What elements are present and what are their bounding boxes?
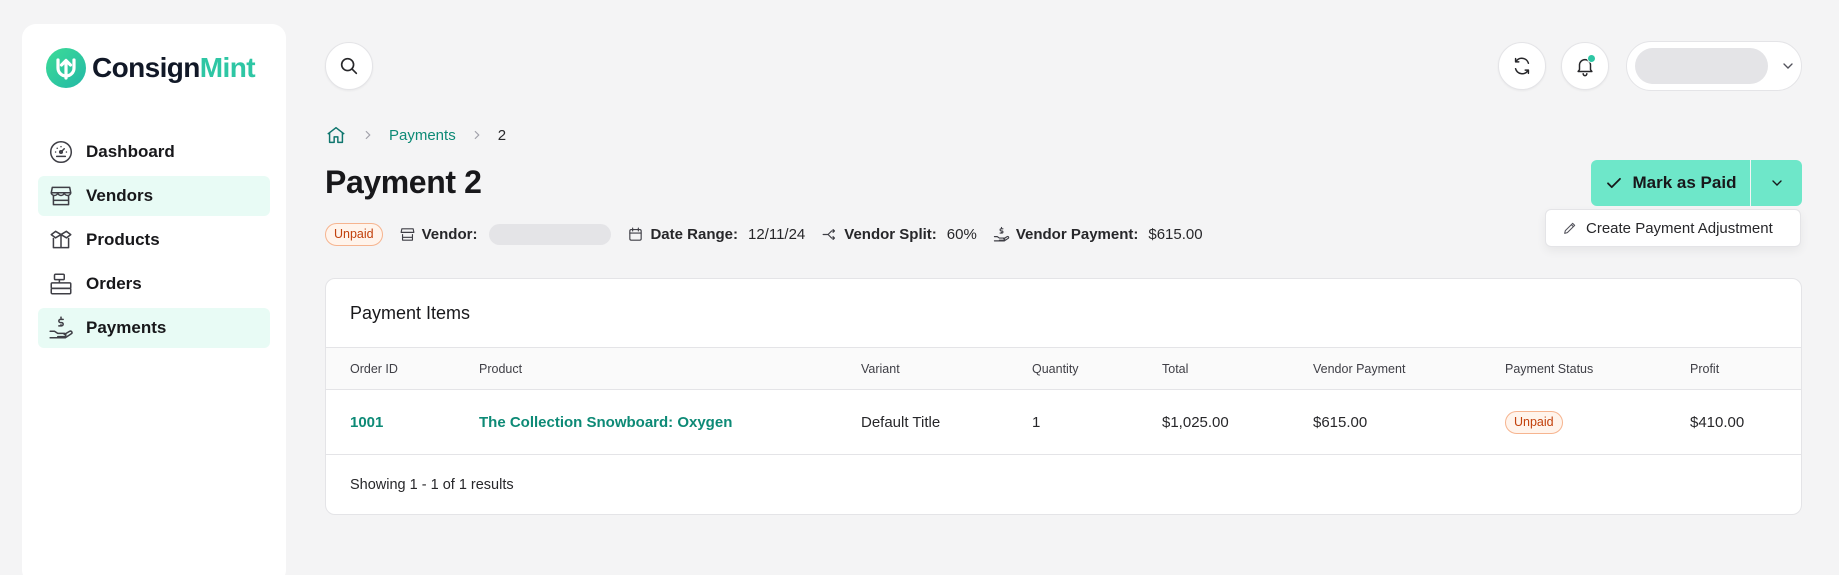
vendor-payment-cell: $615.00 [1313,413,1368,431]
sidebar-item-label: Orders [86,274,142,293]
sidebar-item-payments[interactable]: Payments [38,308,270,348]
product-link[interactable]: The Collection Snowboard: Oxygen [479,414,732,431]
box-icon [50,230,72,249]
vendor-payment-value: $615.00 [1148,225,1203,243]
chevron-right-icon [365,130,371,140]
hand-coins-icon [993,226,1010,241]
logo-text: ConsignMint [92,52,256,84]
quantity-cell: 1 [1032,413,1041,431]
column-header: Variant [861,361,900,376]
column-header: Vendor Payment [1313,361,1406,376]
column-header: Payment Status [1505,361,1594,376]
create-payment-adjustment-menu-item[interactable]: Create Payment Adjustment [1545,209,1801,247]
breadcrumb-payments-link[interactable]: Payments [389,127,456,144]
notifications-button[interactable] [1561,42,1609,90]
calendar-icon [629,227,643,241]
sidebar-item-label: Vendors [86,186,154,205]
mark-as-paid-button[interactable]: Mark as Paid [1591,160,1750,206]
vendor-name-placeholder [489,223,612,245]
store-icon [50,186,72,206]
logo-text-part1: Consign [92,52,200,83]
logo[interactable]: ConsignMint [46,48,256,88]
split-icon [822,228,836,240]
vendor-payment-label: Vendor Payment: [1015,225,1139,243]
table-row: 1001 The Collection Snowboard: Oxygen De… [326,390,1801,455]
sidebar-nav: Dashboard Vendors Products Orders Paymen… [38,132,270,352]
sidebar: ConsignMint Dashboard Vendors Products O… [22,24,286,575]
sidebar-item-orders[interactable]: Orders [38,264,270,304]
page-title: Payment 2 [325,164,482,200]
column-header: Total [1162,361,1189,376]
mark-as-paid-label: Mark as Paid [1632,173,1737,192]
sidebar-item-label: Dashboard [86,142,175,161]
status-badge: Unpaid [1505,410,1563,434]
home-icon[interactable] [325,124,347,146]
table-header: Order ID Product Variant Quantity Total … [326,347,1801,390]
sidebar-item-label: Products [86,230,160,249]
meta-vendor-payment: Vendor Payment: $615.00 [993,226,1203,243]
logo-text-part2: Mint [199,52,256,83]
meta-vendor: Vendor: [399,223,612,245]
gauge-icon [49,140,73,164]
refresh-icon [1514,57,1530,75]
sidebar-item-dashboard[interactable]: Dashboard [38,132,270,172]
user-menu-button[interactable] [1626,41,1802,91]
meta-vendor-split: Vendor Split: 60% [821,226,977,243]
refresh-button[interactable] [1498,42,1546,90]
vendor-split-value: 60% [946,225,977,243]
status-badge: Unpaid [325,222,383,246]
payment-meta: Unpaid Vendor: Date Range: 12/11/24 Vend… [325,222,1203,246]
sidebar-item-vendors[interactable]: Vendors [38,176,270,216]
hand-coins-icon [49,316,73,339]
breadcrumb-current: 2 [497,126,507,144]
pencil-icon [1564,222,1576,234]
chevron-down-icon [1783,63,1793,69]
results-summary: Showing 1 - 1 of 1 results [350,477,514,493]
logo-mark-icon [46,48,86,88]
payment-items-card: Payment Items Order ID Product Variant Q… [325,278,1802,515]
user-name-placeholder [1635,48,1768,84]
store-icon [400,227,415,241]
search-button[interactable] [325,42,373,90]
column-header: Product [479,361,523,376]
create-payment-adjustment-label: Create Payment Adjustment [1586,219,1773,237]
search-icon [340,57,358,75]
total-cell: $1,025.00 [1162,413,1229,431]
column-header: Quantity [1032,361,1079,376]
mark-as-paid-dropdown-toggle[interactable] [1751,160,1802,206]
date-range-value: 12/11/24 [748,225,806,243]
cash-register-icon [50,273,72,295]
chevron-right-icon [474,130,480,140]
variant-cell: Default Title [861,413,941,431]
column-header: Profit [1690,361,1720,376]
card-title: Payment Items [350,303,471,323]
meta-date-range: Date Range: 12/11/24 [627,226,805,243]
chevron-down-icon [1771,180,1782,186]
vendor-label: Vendor: [421,225,478,243]
vendor-split-label: Vendor Split: [844,225,937,243]
sidebar-item-label: Payments [86,318,167,337]
column-header: Order ID [350,361,398,376]
order-id-link[interactable]: 1001 [350,414,383,431]
date-range-label: Date Range: [650,225,738,243]
check-icon [1606,177,1621,189]
breadcrumb: Payments 2 [325,124,506,146]
profit-cell: $410.00 [1690,413,1745,431]
sidebar-item-products[interactable]: Products [38,220,270,260]
notification-dot [1587,54,1596,63]
